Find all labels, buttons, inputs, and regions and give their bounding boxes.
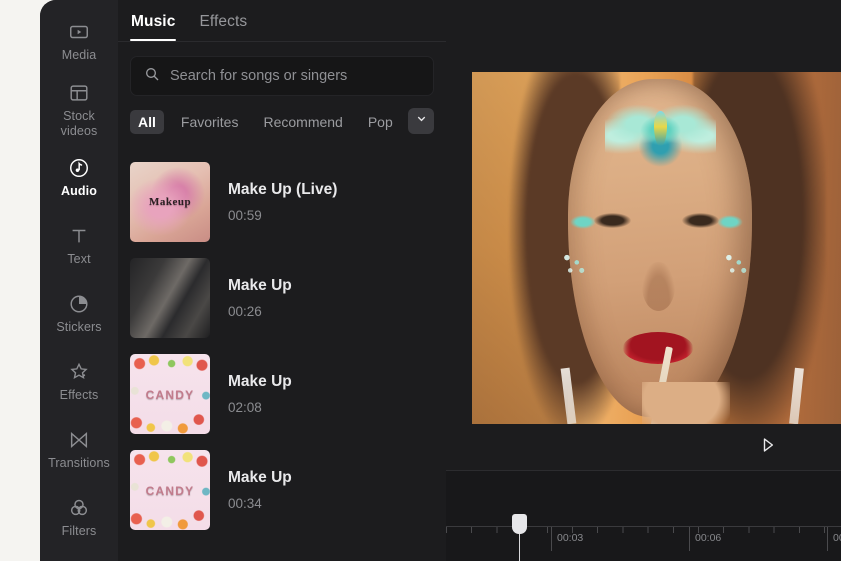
chevron-down-icon	[415, 112, 428, 130]
filter-expand-button[interactable]	[408, 108, 434, 134]
thumbnail-caption: CANDY	[145, 483, 195, 498]
track-duration: 00:34	[228, 496, 262, 511]
preview-eye-left	[593, 212, 631, 229]
stickers-icon	[68, 293, 90, 315]
sidebar-item-audio[interactable]: Audio	[40, 144, 118, 212]
search-input[interactable]	[170, 68, 420, 84]
filter-chip-favorites[interactable]: Favorites	[173, 110, 247, 134]
list-item[interactable]: CANDY Make Up 00:34	[118, 442, 446, 538]
track-thumbnail	[130, 258, 210, 338]
track-meta: Make Up (Live) 00:59	[228, 181, 337, 223]
ruler-label: 00:06	[695, 532, 722, 544]
timeline-playhead[interactable]	[512, 514, 527, 561]
filter-chip-row: All Favorites Recommend Pop P	[118, 96, 446, 134]
list-item[interactable]: Makeup Make Up (Live) 00:59	[118, 154, 446, 250]
track-title: Make Up	[228, 373, 292, 390]
track-thumbnail: CANDY	[130, 354, 210, 434]
track-duration: 00:59	[228, 208, 262, 223]
sidebar-item-label: Text	[67, 252, 91, 266]
preview-area: 00:03 00:06 00:09 Woman, Camera, Retro, …	[446, 38, 841, 561]
stage-top-spacer	[446, 0, 841, 38]
timeline-ruler[interactable]: 00:03 00:06 00:09	[446, 526, 841, 551]
music-panel: Music Effects A	[118, 0, 446, 561]
stock-videos-icon	[68, 82, 90, 104]
track-title: Make Up	[228, 277, 292, 294]
sidebar-item-text[interactable]: Text	[40, 212, 118, 280]
track-thumbnail: CANDY	[130, 450, 210, 530]
sidebar-item-filters[interactable]: Filters	[40, 484, 118, 552]
preview-hand	[641, 381, 731, 424]
media-icon	[68, 21, 90, 43]
ruler-ticks	[446, 527, 841, 533]
track-duration: 00:26	[228, 304, 262, 319]
list-item[interactable]: CANDY Make Up 02:08	[118, 346, 446, 442]
video-preview[interactable]	[472, 72, 841, 424]
music-track-list: Makeup Make Up (Live) 00:59 Make Up 00:2…	[118, 154, 446, 561]
filters-icon	[68, 497, 90, 519]
editor-window: Media Stock videos Audio Text Stickers E…	[40, 0, 841, 561]
playhead-handle[interactable]	[512, 514, 527, 534]
timeline: 00:03 00:06 00:09 Woman, Camera, Retro, …	[446, 471, 841, 561]
text-icon	[68, 225, 90, 247]
panel-tab-bar: Music Effects	[118, 0, 446, 41]
sidebar-item-effects[interactable]: Effects	[40, 348, 118, 416]
track-meta: Make Up 02:08	[228, 373, 292, 415]
chip-label: Favorites	[180, 114, 239, 130]
chip-label: Pop	[367, 114, 393, 130]
search-icon	[144, 66, 160, 87]
sidebar-item-label: Stock videos	[60, 108, 98, 138]
track-meta: Make Up 00:26	[228, 277, 292, 319]
sidebar-item-label: Transitions	[48, 456, 110, 470]
ruler-label: 00:09	[833, 532, 841, 544]
search-section	[118, 42, 446, 96]
preview-stage: 00:03 00:06 00:09 Woman, Camera, Retro, …	[446, 0, 841, 561]
filter-chip-recommend[interactable]: Recommend	[255, 110, 350, 134]
track-thumbnail: Makeup	[130, 162, 210, 242]
play-button[interactable]	[757, 436, 779, 458]
search-box[interactable]	[130, 56, 434, 96]
ruler-label: 00:03	[557, 532, 584, 544]
sidebar-item-stickers[interactable]: Stickers	[40, 280, 118, 348]
preview-lash-left	[569, 214, 596, 229]
preview-glitter-right	[719, 248, 753, 280]
preview-glitter-left	[556, 248, 591, 280]
sidebar-item-stock-videos[interactable]: Stock videos	[40, 76, 118, 144]
sidebar-item-label: Audio	[61, 184, 97, 198]
preview-nose	[641, 262, 675, 312]
chip-label: Recommend	[263, 114, 343, 130]
list-item[interactable]: Make Up 00:26	[118, 250, 446, 346]
track-title: Make Up (Live)	[228, 181, 338, 198]
preview-playbar	[472, 424, 841, 470]
track-duration: 02:08	[228, 400, 262, 415]
transitions-icon	[68, 429, 90, 451]
track-meta: Make Up 00:34	[228, 469, 292, 511]
filter-chip-all[interactable]: All	[130, 110, 164, 134]
sidebar-item-media[interactable]: Media	[40, 8, 118, 76]
sidebar-item-label: Stickers	[56, 320, 102, 334]
app-root: Media Stock videos Audio Text Stickers E…	[0, 0, 841, 561]
tab-label: Effects	[199, 13, 248, 30]
sidebar-item-label: Filters	[61, 524, 97, 538]
preview-lash-right	[717, 214, 744, 229]
tab-effects[interactable]: Effects	[198, 10, 248, 41]
thumbnail-caption: CANDY	[145, 387, 195, 402]
audio-icon	[68, 157, 90, 179]
track-title: Make Up	[228, 469, 292, 486]
preview-center-gem	[653, 110, 667, 146]
play-icon	[761, 437, 775, 458]
thumbnail-caption: Makeup	[148, 195, 192, 208]
sidebar-item-label: Effects	[59, 388, 99, 402]
chip-label: All	[138, 114, 156, 130]
filter-chip-pop[interactable]: Pop	[360, 110, 401, 134]
tab-music[interactable]: Music	[130, 10, 177, 41]
sidebar-item-transitions[interactable]: Transitions	[40, 416, 118, 484]
sidebar-rail: Media Stock videos Audio Text Stickers E…	[40, 0, 118, 561]
effects-icon	[68, 361, 90, 383]
tab-label: Music	[131, 13, 176, 30]
sidebar-item-label: Media	[61, 48, 97, 62]
